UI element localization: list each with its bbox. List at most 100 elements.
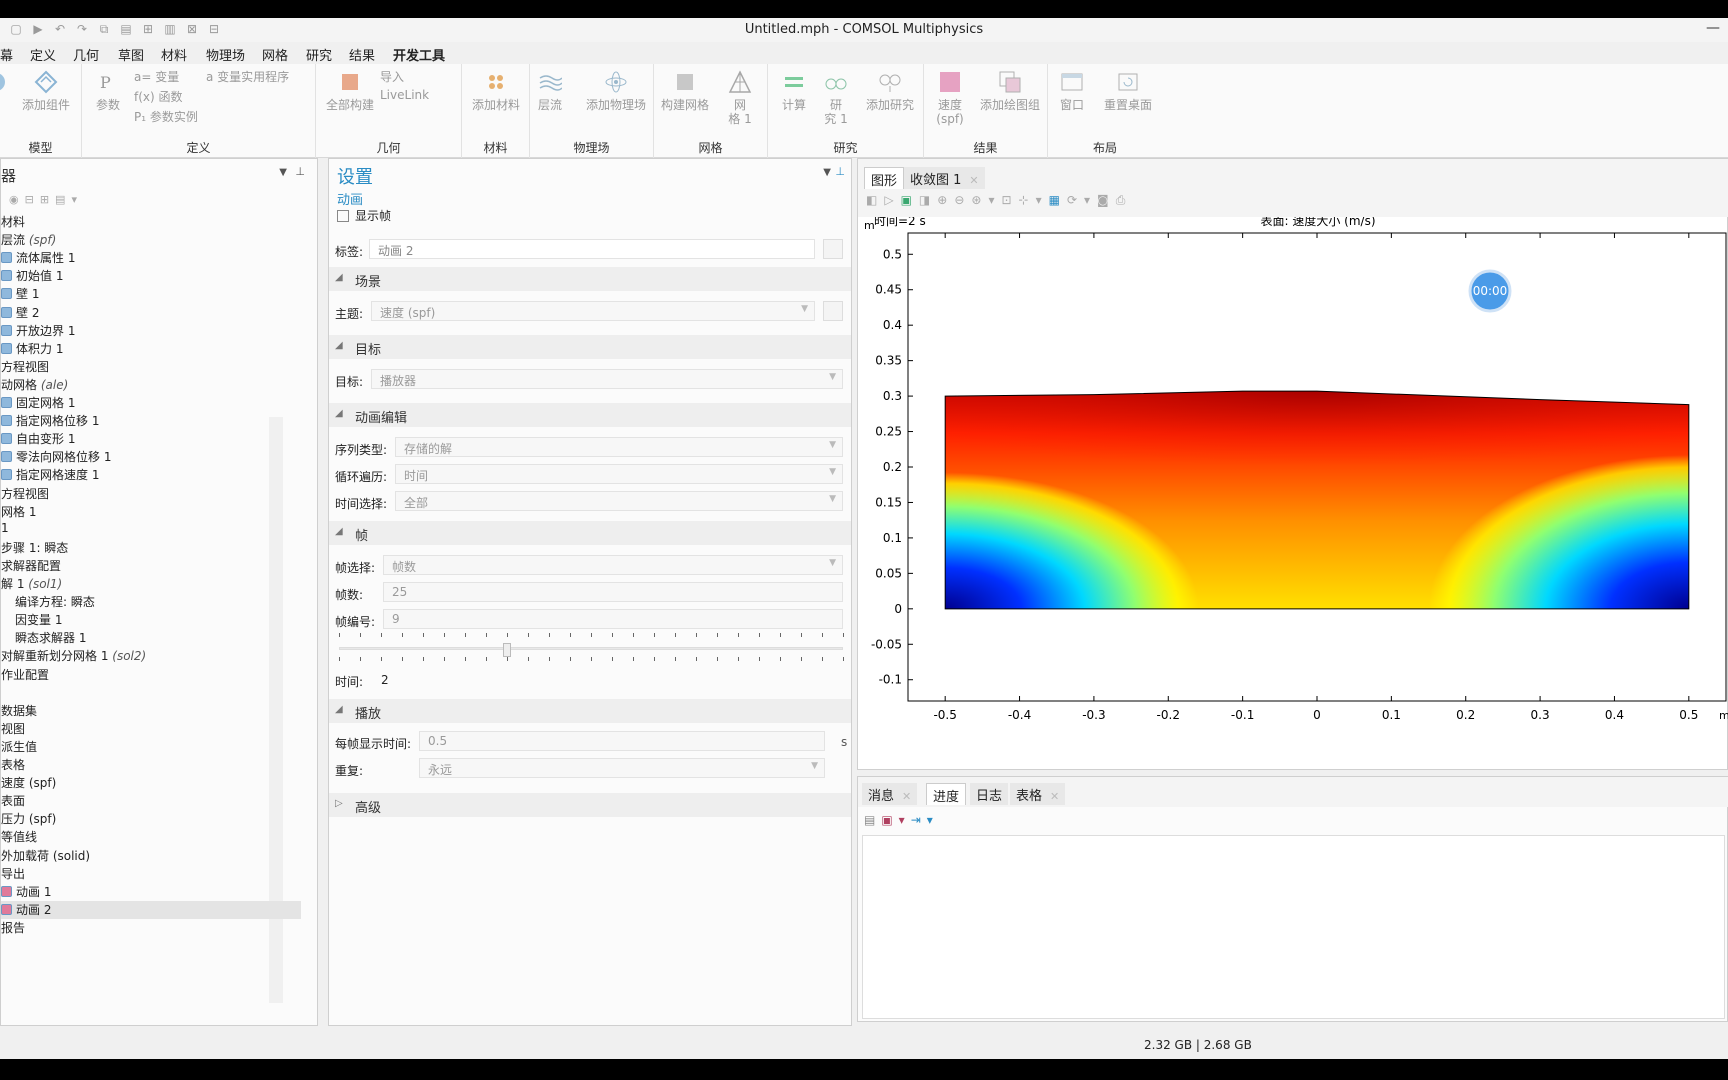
variables-button[interactable]: a= 变量 bbox=[134, 68, 179, 85]
tree-item[interactable]: 体积力 1 bbox=[1, 340, 63, 358]
subject-go-to-button[interactable] bbox=[823, 301, 843, 321]
tree-item[interactable]: 网格 1 bbox=[1, 503, 36, 521]
tab-mesh[interactable]: 网格 bbox=[262, 45, 288, 64]
functions-button[interactable]: f(x) 函数 bbox=[134, 88, 183, 105]
tab-study[interactable]: 研究 bbox=[306, 45, 332, 64]
tree-item[interactable]: 瞬态求解器 1 bbox=[1, 629, 86, 647]
zoom-box-icon[interactable]: ⊛▾ bbox=[971, 193, 1001, 207]
subject-select[interactable]: 速度 (spf) ▼ bbox=[371, 301, 815, 321]
tab-table[interactable]: 表格 ✕ bbox=[1010, 783, 1066, 805]
tab-messages[interactable]: 消息 ✕ bbox=[862, 783, 918, 805]
tree-item[interactable]: 因变量 1 bbox=[1, 611, 62, 629]
collapse-icon[interactable]: ⊟ bbox=[25, 193, 40, 206]
parameter-case-button[interactable]: P₁ 参数实例 bbox=[134, 108, 198, 125]
tree-options-icon[interactable]: ▤▾ bbox=[55, 193, 83, 206]
grid-icon[interactable]: ▦ bbox=[1049, 193, 1067, 207]
livelink-button[interactable]: LiveLink bbox=[380, 88, 429, 102]
tree-item[interactable]: 压力 (spf) bbox=[1, 810, 56, 828]
stop-icon[interactable]: ▣ bbox=[901, 193, 919, 207]
label-reset-button[interactable] bbox=[823, 239, 843, 259]
minimize-button[interactable]: — bbox=[1706, 20, 1720, 36]
tab-log[interactable]: 日志 bbox=[970, 783, 1009, 805]
repeat-select[interactable]: 永远 ▼ bbox=[419, 758, 825, 778]
section-scene[interactable]: ◢ 场景 bbox=[329, 267, 851, 291]
tree-item[interactable]: 自由变形 1 bbox=[1, 430, 75, 448]
tree-item[interactable]: 对解重新划分网格 1 (sol2) bbox=[1, 647, 146, 665]
tree-item[interactable]: 初始值 1 bbox=[1, 267, 63, 285]
tree-item[interactable]: 固定网格 1 bbox=[1, 394, 75, 412]
table-icon[interactable]: ▤ bbox=[864, 813, 881, 827]
expand-icon[interactable]: ⊞ bbox=[40, 193, 55, 206]
tree-item[interactable]: 流体属性 1 bbox=[1, 249, 75, 267]
panel-menu-icon[interactable]: ▼ bbox=[279, 167, 287, 178]
settings-pin-icon[interactable]: ⊥ bbox=[835, 165, 845, 178]
show-frame-button[interactable]: 显示帧 bbox=[337, 207, 391, 224]
tree-item[interactable]: 解 1 (sol1) bbox=[1, 575, 62, 593]
tree-item[interactable]: 动画 2 bbox=[1, 900, 301, 919]
sequence-type-select[interactable]: 存储的解 ▼ bbox=[395, 437, 843, 457]
mesh-1-button[interactable]: 网 格 1 bbox=[720, 70, 760, 126]
tab-results[interactable]: 结果 bbox=[349, 45, 375, 64]
compute-button[interactable]: 计算 bbox=[776, 70, 812, 112]
tree-item[interactable]: 报告 bbox=[1, 919, 25, 937]
tree-item[interactable]: 等值线 bbox=[1, 828, 37, 846]
tab-physics[interactable]: 物理场 bbox=[206, 45, 245, 64]
velocity-spf-button[interactable]: 速度 (spf) bbox=[930, 70, 970, 126]
add-component-button[interactable]: 添加组件 bbox=[16, 70, 76, 112]
tab-definitions[interactable]: 定义 bbox=[30, 45, 56, 64]
tree-item[interactable]: 派生值 bbox=[1, 738, 37, 756]
tree-item[interactable]: 导出 bbox=[1, 865, 25, 883]
component-icon[interactable] bbox=[0, 70, 8, 98]
tree-item[interactable]: 表面 bbox=[1, 792, 25, 810]
target-select[interactable]: 播放器 ▼ bbox=[371, 369, 843, 389]
zoom-out-icon[interactable]: ⊖ bbox=[954, 193, 971, 207]
tab-materials[interactable]: 材料 bbox=[161, 45, 187, 64]
tree-item[interactable]: 开放边界 1 bbox=[1, 322, 75, 340]
tree-item[interactable]: 壁 1 bbox=[1, 285, 39, 303]
export-icon[interactable]: ▣▾ bbox=[881, 813, 910, 827]
tree-item[interactable]: 作业配置 bbox=[1, 666, 49, 684]
transfer-icon[interactable]: ⇥▾ bbox=[911, 813, 939, 827]
reset-desktop-button[interactable]: 重置桌面 bbox=[1098, 70, 1158, 112]
print-icon[interactable]: ⎙ bbox=[1116, 193, 1133, 207]
tree-item[interactable]: 视图 bbox=[1, 720, 25, 738]
tree-item[interactable]: 表格 bbox=[1, 756, 25, 774]
study-1-button[interactable]: 研 究 1 bbox=[818, 70, 854, 126]
tree-item[interactable]: 动网格 (ale) bbox=[1, 376, 68, 394]
tree-item[interactable]: 指定网格位移 1 bbox=[1, 412, 99, 430]
tree-item[interactable]: 外加载荷 (solid) bbox=[1, 847, 90, 865]
tree-item[interactable]: 方程视图 bbox=[1, 485, 49, 503]
loop-over-select[interactable]: 时间 ▼ bbox=[395, 464, 843, 484]
section-animation-editing[interactable]: ◢ 动画编辑 bbox=[329, 403, 851, 427]
parameters-button[interactable]: P 参数 bbox=[88, 70, 128, 112]
tree-item[interactable]: 速度 (spf) bbox=[1, 774, 56, 792]
tab-progress[interactable]: 进度 bbox=[926, 783, 967, 805]
frames-input[interactable]: 25 bbox=[383, 582, 843, 602]
show-icon[interactable]: ◉ bbox=[9, 193, 25, 206]
add-plot-group-button[interactable]: 添加绘图组 bbox=[976, 70, 1044, 112]
tree-item[interactable]: 材料 bbox=[1, 213, 25, 231]
tab-geometry[interactable]: 几何 bbox=[73, 45, 99, 64]
surface-plot[interactable]: -0.5 -0.4 -0.3 -0.2 -0.1 0 0.1 0.2 0.3 0.4 0.5 0.5 0… bbox=[858, 217, 1728, 769]
close-icon[interactable]: ✕ bbox=[1050, 790, 1059, 803]
zoom-in-icon[interactable]: ⊕ bbox=[937, 193, 954, 207]
rotate-icon[interactable]: ⟳▾ bbox=[1067, 193, 1097, 207]
tree-item[interactable]: 壁 2 bbox=[1, 304, 39, 322]
tree-item[interactable]: 数据集 bbox=[1, 702, 37, 720]
tree-item[interactable]: 步骤 1: 瞬态 bbox=[1, 539, 68, 557]
laminar-flow-button[interactable]: 层流 bbox=[532, 70, 568, 112]
close-icon[interactable]: ✕ bbox=[969, 174, 978, 187]
add-study-button[interactable]: 添加研究 bbox=[860, 70, 920, 112]
tree-item[interactable]: 指定网格速度 1 bbox=[1, 466, 99, 484]
tree-item[interactable]: 1 bbox=[1, 521, 9, 539]
add-physics-button[interactable]: 添加物理场 bbox=[584, 70, 648, 112]
axes-icon[interactable]: ⊹▾ bbox=[1019, 193, 1049, 207]
tab-home[interactable]: 幕 bbox=[0, 45, 13, 64]
section-target[interactable]: ◢ 目标 bbox=[329, 335, 851, 359]
tree-item[interactable]: 动画 1 bbox=[1, 883, 51, 901]
import-button[interactable]: 导入 bbox=[380, 68, 404, 85]
slider-thumb[interactable] bbox=[502, 643, 511, 657]
variable-utilities-button[interactable]: a 变量实用程序 bbox=[206, 68, 289, 85]
tree-item[interactable]: 求解器配置 bbox=[1, 557, 61, 575]
build-mesh-button[interactable]: 构建网格 bbox=[658, 70, 712, 112]
